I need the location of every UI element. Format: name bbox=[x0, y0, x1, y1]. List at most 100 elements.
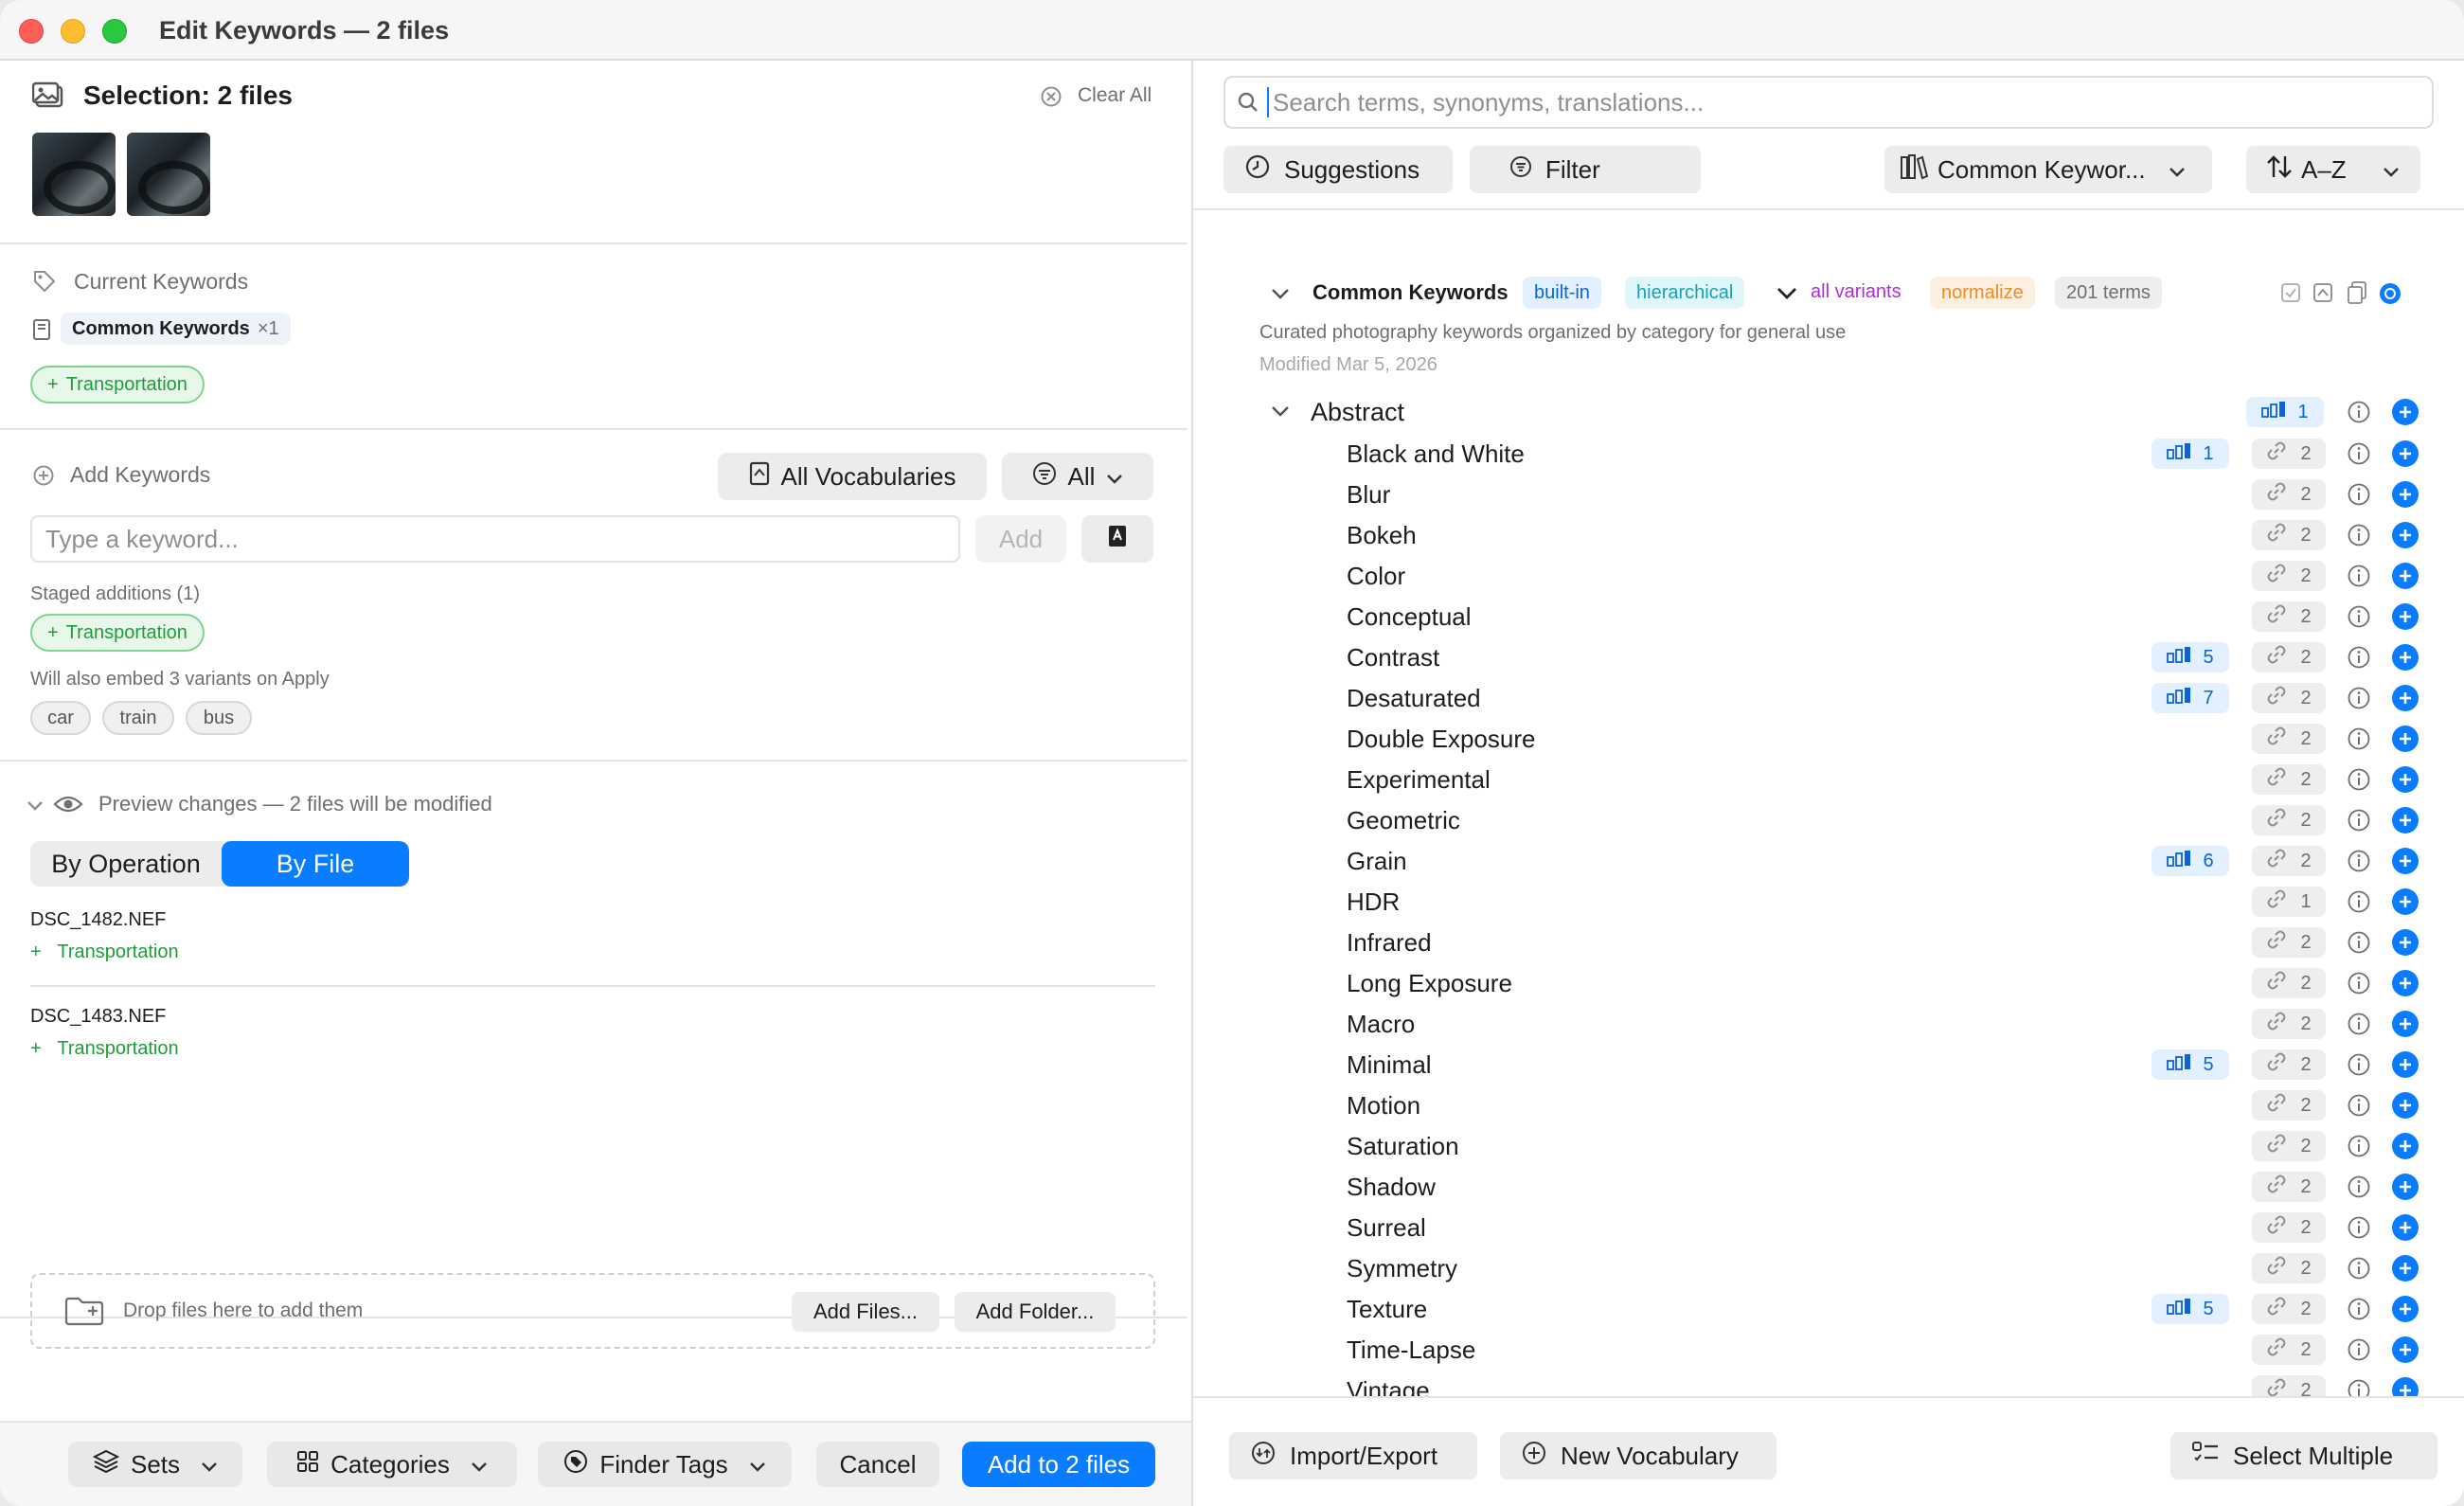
term-row[interactable]: Desaturated 7 2 bbox=[1193, 678, 2464, 719]
linked-variants-badge[interactable]: 2 bbox=[2252, 764, 2326, 795]
linked-variants-badge[interactable]: 2 bbox=[2252, 1172, 2326, 1202]
zoom-window-button[interactable] bbox=[102, 19, 127, 44]
linked-variants-badge[interactable]: 2 bbox=[2252, 1009, 2326, 1039]
linked-variants-badge[interactable]: 2 bbox=[2252, 724, 2326, 754]
add-term-button[interactable] bbox=[2392, 726, 2419, 752]
linked-variants-badge[interactable]: 2 bbox=[2252, 805, 2326, 835]
add-term-button[interactable] bbox=[2392, 481, 2419, 508]
info-icon[interactable] bbox=[2347, 1378, 2371, 1396]
current-keyword-chip[interactable]: + Transportation bbox=[30, 366, 205, 403]
linked-variants-badge[interactable]: 2 bbox=[2252, 846, 2326, 876]
term-row[interactable]: HDR 1 bbox=[1193, 882, 2464, 923]
sort-menu[interactable]: A–Z bbox=[2246, 146, 2420, 193]
filter-button[interactable]: Filter bbox=[1470, 146, 1701, 193]
add-term-button[interactable] bbox=[2392, 1092, 2419, 1119]
add-term-button[interactable] bbox=[2392, 1174, 2419, 1200]
term-row[interactable]: Geometric 2 bbox=[1193, 800, 2464, 841]
linked-variants-badge[interactable]: 2 bbox=[2252, 561, 2326, 591]
add-term-button[interactable] bbox=[2392, 1214, 2419, 1241]
info-icon[interactable] bbox=[2347, 767, 2371, 792]
term-row[interactable]: Experimental 2 bbox=[1193, 760, 2464, 800]
term-row[interactable]: Black and White 1 2 bbox=[1193, 434, 2464, 475]
minimize-window-button[interactable] bbox=[61, 19, 85, 44]
info-icon[interactable] bbox=[2347, 1052, 2371, 1077]
cancel-button[interactable]: Cancel bbox=[816, 1442, 939, 1487]
add-term-button[interactable] bbox=[2392, 766, 2419, 793]
linked-variants-badge[interactable]: 1 bbox=[2252, 887, 2326, 917]
add-term-button[interactable] bbox=[2392, 1255, 2419, 1282]
add-term-button[interactable] bbox=[2392, 563, 2419, 589]
drop-zone[interactable]: Drop files here to add them Add Files...… bbox=[30, 1273, 1155, 1349]
add-files-button[interactable]: Add Files... bbox=[792, 1292, 939, 1332]
add-folder-button[interactable]: Add Folder... bbox=[955, 1292, 1116, 1332]
import-export-button[interactable]: Import/Export bbox=[1229, 1432, 1477, 1479]
info-icon[interactable] bbox=[2347, 1256, 2371, 1281]
linked-variants-badge[interactable]: 2 bbox=[2252, 1212, 2326, 1243]
add-term-button[interactable] bbox=[2392, 1336, 2419, 1363]
linked-variants-badge[interactable]: 2 bbox=[2252, 1335, 2326, 1365]
vocabulary-picker[interactable]: Common Keywor... bbox=[1884, 146, 2212, 193]
term-row[interactable]: Blur 2 bbox=[1193, 475, 2464, 515]
info-icon[interactable] bbox=[2347, 930, 2371, 955]
term-row[interactable]: Color 2 bbox=[1193, 556, 2464, 597]
add-term-button[interactable] bbox=[2392, 1011, 2419, 1037]
usage-count-badge[interactable]: 5 bbox=[2152, 1049, 2229, 1080]
info-icon[interactable] bbox=[2347, 523, 2371, 547]
apply-button[interactable]: Add to 2 files bbox=[962, 1442, 1155, 1487]
add-term-button[interactable] bbox=[2392, 888, 2419, 915]
add-term-button[interactable] bbox=[2392, 929, 2419, 956]
linked-variants-badge[interactable]: 2 bbox=[2252, 1294, 2326, 1324]
active-vocabulary-icon[interactable] bbox=[2379, 282, 2402, 310]
chevron-down-icon[interactable] bbox=[1777, 286, 1797, 306]
linked-variants-badge[interactable]: 2 bbox=[2252, 1131, 2326, 1161]
linked-variants-badge[interactable]: 2 bbox=[2252, 1090, 2326, 1121]
close-window-button[interactable] bbox=[19, 19, 44, 44]
term-row[interactable]: Texture 5 2 bbox=[1193, 1289, 2464, 1330]
info-icon[interactable] bbox=[2347, 1297, 2371, 1321]
collapse-icon[interactable] bbox=[2312, 282, 2333, 308]
select-multiple-button[interactable]: Select Multiple bbox=[2170, 1432, 2437, 1479]
chevron-down-icon[interactable] bbox=[1271, 288, 1290, 306]
term-row[interactable]: Motion 2 bbox=[1193, 1085, 2464, 1126]
info-icon[interactable] bbox=[2347, 971, 2371, 995]
suggestions-button[interactable]: Suggestions bbox=[1223, 146, 1453, 193]
new-vocabulary-button[interactable]: New Vocabulary bbox=[1500, 1432, 1777, 1479]
term-row[interactable]: Shadow 2 bbox=[1193, 1167, 2464, 1208]
term-row[interactable]: Grain 6 2 bbox=[1193, 841, 2464, 882]
term-row[interactable]: Vintage 2 bbox=[1193, 1371, 2464, 1396]
by-operation-segment[interactable]: By Operation bbox=[30, 841, 222, 887]
linked-variants-badge[interactable]: 2 bbox=[2252, 1253, 2326, 1283]
add-term-button[interactable] bbox=[2392, 1133, 2419, 1159]
term-row[interactable]: Infrared 2 bbox=[1193, 923, 2464, 963]
term-row[interactable]: Surreal 2 bbox=[1193, 1208, 2464, 1248]
term-row[interactable]: Minimal 5 2 bbox=[1193, 1045, 2464, 1085]
usage-count-badge[interactable]: 1 bbox=[2152, 439, 2229, 469]
add-term-button[interactable] bbox=[2392, 970, 2419, 996]
add-term-button[interactable] bbox=[2392, 522, 2419, 548]
usage-count-badge[interactable]: 5 bbox=[2152, 642, 2229, 672]
info-icon[interactable] bbox=[2347, 1215, 2371, 1240]
info-icon[interactable] bbox=[2347, 1134, 2371, 1158]
info-icon[interactable] bbox=[2347, 564, 2371, 588]
info-icon[interactable] bbox=[2347, 1093, 2371, 1118]
add-term-button[interactable] bbox=[2392, 1377, 2419, 1396]
staged-keyword-chip[interactable]: + Transportation bbox=[30, 614, 205, 652]
clear-all-button[interactable]: Clear All bbox=[1078, 84, 1152, 107]
info-icon[interactable] bbox=[2347, 604, 2371, 629]
vocabulary-menu[interactable]: All Vocabularies bbox=[718, 453, 987, 500]
term-row[interactable]: Symmetry 2 bbox=[1193, 1248, 2464, 1289]
usage-count-badge[interactable]: 1 bbox=[2246, 397, 2324, 427]
keyword-browser-button[interactable] bbox=[1081, 515, 1153, 563]
term-row[interactable]: Saturation 2 bbox=[1193, 1126, 2464, 1167]
info-icon[interactable] bbox=[2347, 1174, 2371, 1199]
add-term-button[interactable] bbox=[2392, 440, 2419, 467]
add-term-button[interactable] bbox=[2392, 685, 2419, 711]
selected-file-thumbnail[interactable] bbox=[127, 133, 210, 216]
term-search-input[interactable]: Search terms, synonyms, translations... bbox=[1223, 76, 2434, 129]
info-icon[interactable] bbox=[2347, 726, 2371, 751]
add-keyword-button[interactable]: Add bbox=[975, 515, 1066, 563]
categories-menu[interactable]: Categories bbox=[267, 1442, 517, 1487]
checkbox-icon[interactable] bbox=[2280, 282, 2301, 308]
finder-tags-menu[interactable]: Finder Tags bbox=[538, 1442, 792, 1487]
category-row[interactable]: Abstract 1 bbox=[1193, 392, 2464, 433]
